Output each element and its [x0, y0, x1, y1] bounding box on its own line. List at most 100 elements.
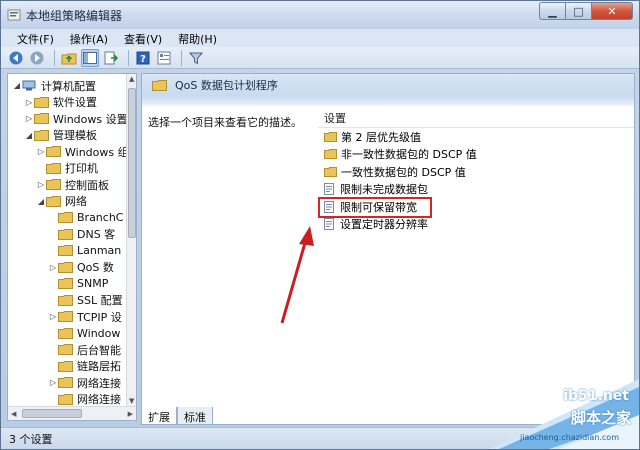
folder-icon [58, 228, 73, 240]
tree-item[interactable]: 网络连接 [48, 391, 121, 408]
tree-item[interactable]: ▷ 网络连接 [48, 374, 121, 391]
close-button[interactable]: ✕ [591, 2, 633, 20]
collapsed-arrow-icon[interactable]: ▷ [36, 180, 46, 189]
tree-item[interactable]: ▷ 软件设置 [24, 94, 97, 111]
tab-extended[interactable]: 扩展 [141, 407, 177, 425]
scroll-right-icon[interactable]: ▶ [128, 410, 133, 418]
folder-icon [34, 113, 49, 124]
folder-icon [324, 131, 337, 142]
collapsed-arrow-icon[interactable]: ▷ [24, 98, 34, 107]
tree-vertical-scroll-thumb[interactable] [128, 88, 136, 238]
tree-vertical-scrollbar[interactable]: ▲ ▼ [126, 74, 136, 406]
tree-item[interactable]: BranchC [48, 209, 123, 226]
expanded-arrow-icon[interactable]: ◢ [12, 81, 22, 90]
back-arrow-icon[interactable] [7, 49, 25, 67]
filter-icon[interactable] [187, 49, 205, 67]
folder-icon [34, 129, 49, 141]
folder-icon [152, 79, 167, 91]
collapsed-arrow-icon[interactable]: ▷ [48, 263, 58, 272]
tree-item[interactable]: ▷ Windows 组 [36, 143, 129, 160]
menu-help[interactable]: 帮助(H) [170, 29, 225, 47]
window-title: 本地组策略编辑器 [26, 9, 123, 23]
tree-item[interactable]: 链路层拓 [48, 358, 121, 375]
setting-label: 非一致性数据包的 DSCP 值 [341, 148, 477, 161]
tree-item-label: 链路层拓 [77, 360, 121, 373]
details-header: QoS 数据包计划程序 [142, 74, 634, 96]
menu-action[interactable]: 操作(A) [62, 29, 116, 47]
policy-setting-row[interactable]: 限制未完成数据包 [324, 181, 428, 198]
scroll-up-icon[interactable]: ▲ [129, 75, 134, 83]
tree-item[interactable]: ◢ 管理模板 [24, 127, 97, 144]
folder-icon [58, 245, 73, 256]
description-text: 选择一个项目来查看它的描述。 [148, 116, 302, 129]
tree-item[interactable]: Window [48, 325, 120, 342]
tree-horizontal-scroll-thumb[interactable] [22, 409, 82, 418]
watermark-url: jiaocheng.chazidian.com [519, 433, 619, 442]
folder-icon [46, 162, 61, 174]
collapsed-arrow-icon[interactable]: ▷ [36, 147, 46, 156]
settings-folder-row[interactable]: 第 2 层优先级值 [324, 128, 421, 145]
toolbar-separator [181, 49, 182, 66]
setting-label: 第 2 层优先级值 [341, 130, 421, 144]
folder-icon [58, 360, 73, 372]
folder-icon [324, 166, 337, 177]
policy-setting-row[interactable]: 设置定时器分辨率 [324, 216, 428, 233]
toolbar: ? [1, 47, 639, 69]
tree-item-label: Windows 设置 [53, 112, 128, 126]
forward-arrow-icon[interactable] [28, 49, 46, 67]
scroll-left-icon[interactable]: ◀ [11, 410, 16, 418]
tree-item-label: Windows 组 [65, 145, 129, 159]
tree-item-label: 控制面板 [65, 178, 109, 192]
policy-setting-icon [324, 218, 334, 230]
expanded-arrow-icon[interactable]: ◢ [24, 131, 34, 140]
export-list-icon[interactable] [102, 49, 120, 67]
title-bar[interactable]: 本地组策略编辑器 ▁ □ ✕ [1, 1, 639, 29]
tree-item[interactable]: 打印机 [36, 160, 98, 177]
folder-icon [58, 294, 73, 306]
show-hide-tree-icon[interactable] [81, 48, 99, 67]
header-band [142, 96, 634, 106]
minimize-button[interactable]: ▁ [539, 2, 565, 20]
tree-item[interactable]: ◢ 网络 [36, 193, 87, 210]
policy-setting-icon [324, 183, 334, 195]
help-icon[interactable]: ? [134, 49, 152, 67]
folder-icon [58, 311, 73, 322]
folder-icon [58, 393, 73, 405]
tree-item[interactable]: ▷ TCPIP 设 [48, 308, 122, 325]
tree-item[interactable]: ◢ 计算机配置 [12, 77, 96, 94]
collapsed-arrow-icon[interactable]: ▷ [48, 378, 58, 387]
maximize-button[interactable]: □ [565, 2, 591, 20]
tree-item[interactable]: SSL 配置 [48, 292, 123, 309]
menu-file[interactable]: 文件(F) [9, 29, 62, 47]
window-controls: ▁ □ ✕ [539, 2, 633, 20]
collapsed-arrow-icon[interactable]: ▷ [24, 114, 34, 123]
tree-item[interactable]: DNS 客 [48, 226, 115, 243]
expanded-arrow-icon[interactable]: ◢ [36, 197, 46, 206]
details-title: QoS 数据包计划程序 [175, 79, 278, 92]
settings-column-header[interactable]: 设置 [318, 110, 634, 128]
tree-item[interactable]: Lanman [48, 242, 121, 259]
tree-item[interactable]: 后台智能 [48, 341, 121, 358]
tab-standard[interactable]: 标准 [177, 407, 213, 425]
folder-icon [58, 344, 73, 355]
tree-horizontal-scrollbar[interactable]: ◀ ▶ [8, 406, 136, 420]
console-tree[interactable]: ◢ 计算机配置 ▷ 软件设置 ▷ Windows 设置 ◢ 管理模板 ▷ Windows 组打印机… [7, 73, 137, 421]
properties-icon[interactable] [155, 49, 173, 67]
setting-label: 设置定时器分辨率 [340, 218, 428, 231]
up-folder-icon[interactable] [60, 49, 78, 67]
settings-folder-row[interactable]: 非一致性数据包的 DSCP 值 [324, 146, 477, 163]
tree-item[interactable]: ▷ Windows 设置 [24, 110, 128, 127]
tree-item[interactable]: ▷ 控制面板 [36, 176, 109, 193]
tree-item-label: DNS 客 [77, 228, 116, 241]
folder-icon [58, 261, 73, 273]
status-text: 3 个设置 [9, 432, 53, 446]
setting-label: 限制未完成数据包 [340, 183, 428, 196]
folder-icon [58, 377, 73, 388]
scroll-down-icon[interactable]: ▼ [129, 397, 134, 405]
settings-folder-row[interactable]: 一致性数据包的 DSCP 值 [324, 163, 466, 180]
watermark-tag: 脚本之家 [570, 409, 631, 427]
tree-item[interactable]: SNMP [48, 275, 108, 292]
tree-item[interactable]: ▷ QoS 数 [48, 259, 114, 276]
menu-view[interactable]: 查看(V) [116, 29, 170, 47]
collapsed-arrow-icon[interactable]: ▷ [48, 312, 58, 321]
